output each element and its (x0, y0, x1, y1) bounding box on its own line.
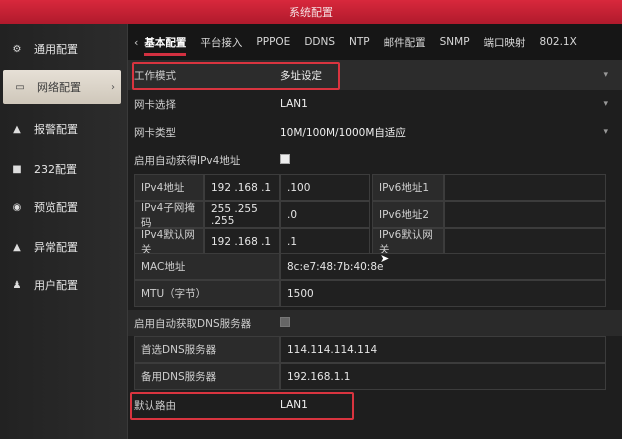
preview-icon: ◉ (12, 201, 22, 213)
mac-value: 8c:e7:48:7b:40:8e (280, 253, 606, 280)
ipv4-addr-part2[interactable]: .100 (280, 174, 370, 201)
dhcp-label: 启用自动获得IPv4地址 (134, 154, 241, 167)
alarm-icon: ▲ (13, 123, 21, 135)
sidebar-item-alarm[interactable]: ▲ 报警配置 (0, 112, 128, 146)
sidebar-item-preview[interactable]: ◉ 预览配置 (0, 190, 128, 224)
highlight-work-mode (132, 62, 340, 90)
exception-icon: ▲ (13, 241, 21, 253)
ipv6-addr1-label: IPv6地址1 (372, 174, 444, 201)
sidebar: ⚙ 通用配置 ▭ 网络配置 › ▲ 报警配置 ■ 232配置 ◉ 预览配置 ▲ … (0, 24, 128, 439)
sidebar-item-exception[interactable]: ▲ 异常配置 (0, 230, 128, 264)
dhcp-checkbox[interactable] (280, 153, 290, 167)
dhcp-row: 启用自动获得IPv4地址 (128, 146, 622, 174)
mac-label: MAC地址 (134, 253, 280, 280)
dns-auto-checkbox[interactable] (280, 316, 290, 330)
ipv4-gateway-part1[interactable]: 192 .168 .1 (204, 228, 280, 255)
nic-type-row[interactable]: 网卡类型 10M/100M/1000M自适应 ▾ (128, 118, 622, 146)
ipv4-mask-part1[interactable]: 255 .255 .255 (204, 201, 280, 228)
tab-pppoe[interactable]: PPPOE (256, 24, 290, 60)
nic-select-label: 网卡选择 (134, 98, 176, 111)
tab-basic[interactable]: 基本配置 (144, 24, 187, 60)
ipv6-addr1-input[interactable] (444, 174, 606, 201)
chevron-right-icon: › (111, 81, 115, 93)
gear-icon: ⚙ (12, 43, 22, 55)
tab-ntp[interactable]: NTP (349, 24, 370, 60)
dns-preferred-label: 首选DNS服务器 (134, 336, 280, 363)
content-panel: 工作模式 多址设定 ▾ 网卡选择 LAN1 ▾ 网卡类型 10M/100M/10… (128, 60, 622, 439)
sidebar-item-label: 网络配置 (37, 81, 81, 94)
dns-alternate-input[interactable]: 192.168.1.1 (280, 363, 606, 390)
network-icon: ▭ (15, 81, 25, 93)
dns-auto-row: 启用自动获取DNS服务器 (128, 310, 622, 336)
sidebar-item-general[interactable]: ⚙ 通用配置 (0, 32, 128, 66)
ipv4-gateway-part2[interactable]: .1 (280, 228, 370, 255)
user-icon: ♟ (12, 279, 22, 291)
sidebar-item-232[interactable]: ■ 232配置 (0, 152, 128, 186)
ipv4-gateway-label: IPv4默认网关 (134, 228, 204, 256)
ipv6-addr2-label: IPv6地址2 (372, 201, 444, 228)
ipv4-mask-part2[interactable]: .0 (280, 201, 370, 228)
chevron-down-icon: ▾ (603, 70, 608, 80)
serial-icon: ■ (12, 163, 22, 175)
chevron-left-icon[interactable]: ‹ (134, 36, 138, 49)
window-titlebar: 系统配置 (0, 0, 622, 24)
ipv4-addr-part1[interactable]: 192 .168 .1 (204, 174, 280, 201)
tab-port-mapping[interactable]: 端口映射 (484, 24, 526, 60)
mtu-input[interactable]: 1500 (280, 280, 606, 307)
ipv6-addr2-input[interactable] (444, 201, 606, 228)
ipv6-gateway-input[interactable] (444, 228, 606, 255)
sidebar-item-label: 报警配置 (34, 123, 78, 136)
dns-auto-label: 启用自动获取DNS服务器 (134, 317, 252, 330)
tab-bar: ‹ 基本配置 平台接入 PPPOE DDNS NTP 邮件配置 SNMP 端口映… (128, 24, 622, 60)
sidebar-item-label: 232配置 (34, 163, 77, 176)
nic-type-value[interactable]: 10M/100M/1000M自适应 (280, 125, 406, 140)
nic-select-value[interactable]: LAN1 (280, 98, 308, 110)
tab-snmp[interactable]: SNMP (440, 24, 470, 60)
sidebar-item-label: 预览配置 (34, 201, 78, 214)
mouse-cursor-icon: ➤ (380, 252, 390, 265)
dns-alternate-label: 备用DNS服务器 (134, 363, 280, 390)
highlight-default-route (130, 392, 354, 420)
chevron-down-icon: ▾ (603, 127, 608, 137)
sidebar-item-label: 异常配置 (34, 241, 78, 254)
tab-8021x[interactable]: 802.1X (540, 24, 577, 60)
chevron-down-icon: ▾ (603, 99, 608, 109)
sidebar-item-label: 用户配置 (34, 279, 78, 292)
ipv6-gateway-label: IPv6默认网关 (372, 228, 444, 256)
nic-type-label: 网卡类型 (134, 126, 176, 139)
ipv4-addr-label: IPv4地址 (134, 174, 204, 201)
sidebar-item-network[interactable]: ▭ 网络配置 › (3, 70, 121, 104)
sidebar-item-label: 通用配置 (34, 43, 78, 56)
mtu-label: MTU（字节） (134, 280, 280, 307)
ipv4-mask-label: IPv4子网掩码 (134, 201, 204, 229)
tab-ddns[interactable]: DDNS (304, 24, 335, 60)
sidebar-item-user[interactable]: ♟ 用户配置 (0, 268, 128, 302)
dns-preferred-input[interactable]: 114.114.114.114 (280, 336, 606, 363)
tab-platform[interactable]: 平台接入 (200, 24, 242, 60)
window-title: 系统配置 (289, 6, 333, 19)
tab-email[interactable]: 邮件配置 (384, 24, 426, 60)
nic-select-row[interactable]: 网卡选择 LAN1 ▾ (128, 90, 622, 118)
